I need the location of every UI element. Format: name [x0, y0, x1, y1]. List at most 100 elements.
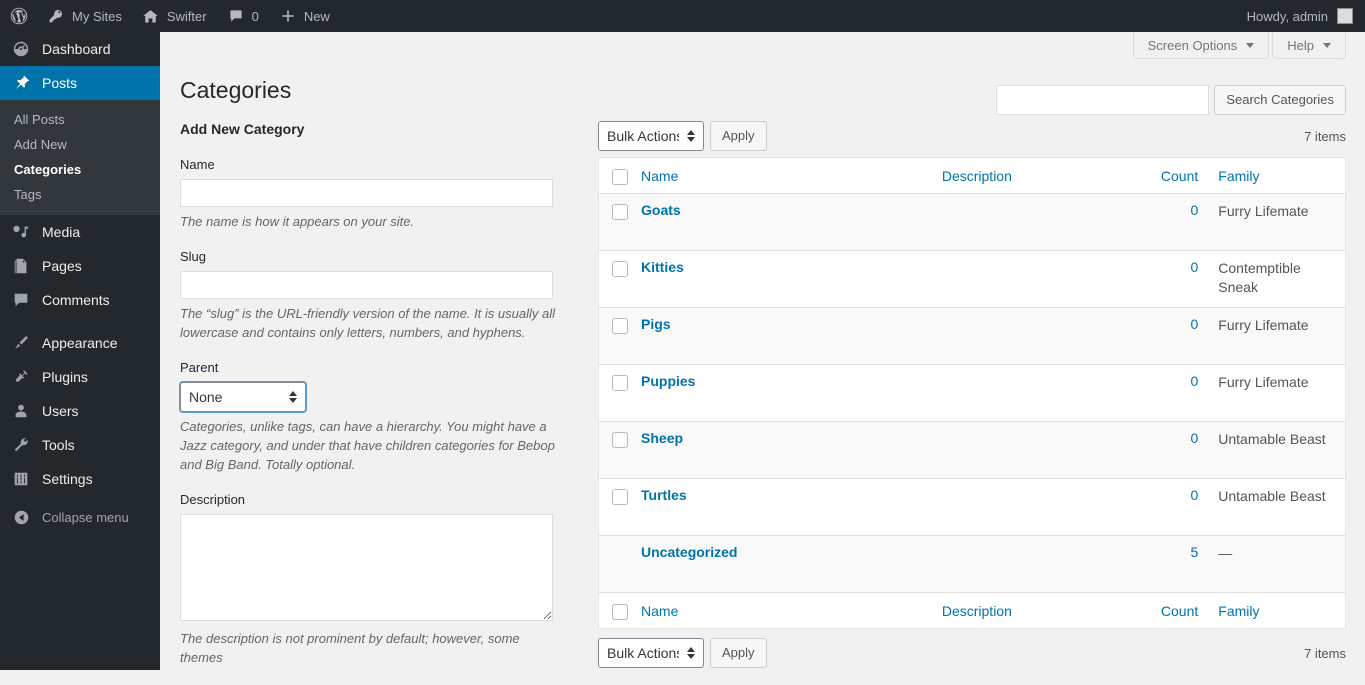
row-checkbox-cell[interactable] — [598, 478, 632, 536]
admin-bar-comments[interactable]: 0 — [217, 0, 269, 32]
row-description-cell — [931, 421, 1111, 479]
categories-list-panel: Bulk Actions Apply 7 items Name Descript… — [598, 121, 1346, 668]
sidebar-item-comments[interactable]: Comments — [0, 283, 160, 317]
row-checkbox-cell[interactable] — [598, 307, 632, 365]
admin-bar-wordpress-logo[interactable] — [0, 0, 37, 32]
search-input[interactable] — [996, 85, 1210, 115]
category-name-link[interactable]: Goats — [641, 202, 681, 218]
category-count-link[interactable]: 0 — [1190, 202, 1198, 218]
select-all-header-bottom[interactable] — [598, 592, 632, 629]
select-all-header-top[interactable] — [599, 158, 632, 194]
sidebar-item-tags[interactable]: Tags — [0, 182, 160, 207]
screen-options-button[interactable]: Screen Options — [1132, 32, 1270, 59]
name-input[interactable] — [180, 179, 553, 207]
row-checkbox[interactable] — [612, 261, 628, 277]
admin-bar-site-name[interactable]: Swifter — [132, 0, 217, 32]
row-count-cell: 0 — [1110, 364, 1209, 422]
table-row: Uncategorized 5 — — [598, 535, 1346, 593]
sidebar-item-dashboard[interactable]: Dashboard — [0, 32, 160, 66]
category-name-link[interactable]: Kitties — [641, 259, 684, 275]
row-checkbox[interactable] — [612, 489, 628, 505]
chevron-down-icon — [1323, 42, 1331, 48]
sidebar-item-plugins[interactable]: Plugins — [0, 360, 160, 394]
category-name-link[interactable]: Uncategorized — [641, 544, 737, 560]
row-checkbox-cell — [598, 535, 632, 593]
category-name-link[interactable]: Puppies — [641, 373, 695, 389]
admin-bar: My Sites Swifter 0 New Howdy, admin — [0, 0, 1365, 32]
row-checkbox-cell[interactable] — [598, 421, 632, 479]
category-count-link[interactable]: 0 — [1190, 430, 1198, 446]
categories-table-foot: Name Description Count Family — [598, 592, 1346, 629]
media-icon — [11, 222, 31, 242]
select-all-checkbox-top[interactable] — [612, 169, 628, 185]
row-checkbox-cell[interactable] — [598, 364, 632, 422]
tablenav-top: Bulk Actions Apply 7 items — [598, 121, 1346, 151]
row-family-cell: Untamable Beast — [1208, 478, 1346, 536]
paintbrush-icon — [11, 333, 31, 353]
sidebar-item-settings[interactable]: Settings — [0, 462, 160, 496]
apply-button-bottom[interactable]: Apply — [710, 638, 767, 668]
sidebar-item-posts-label: Posts — [42, 75, 78, 91]
wordpress-logo-icon — [10, 7, 28, 25]
sidebar-item-appearance-label: Appearance — [42, 335, 118, 351]
apply-button-top[interactable]: Apply — [710, 121, 767, 151]
column-header-family-bottom[interactable]: Family — [1208, 592, 1346, 629]
sidebar-item-pages[interactable]: Pages — [0, 249, 160, 283]
category-name-link[interactable]: Turtles — [641, 487, 687, 503]
column-header-description-bottom[interactable]: Description — [931, 592, 1111, 629]
pin-icon — [11, 73, 31, 93]
category-count-link[interactable]: 0 — [1190, 259, 1198, 275]
sidebar-item-dashboard-label: Dashboard — [42, 41, 111, 57]
category-count-link[interactable]: 0 — [1190, 487, 1198, 503]
category-count-link[interactable]: 5 — [1190, 544, 1198, 560]
sidebar-item-media[interactable]: Media — [0, 215, 160, 249]
row-checkbox[interactable] — [612, 318, 628, 334]
admin-bar-account[interactable]: Howdy, admin — [1247, 8, 1365, 24]
category-count-link[interactable]: 0 — [1190, 373, 1198, 389]
admin-bar-new-content[interactable]: New — [269, 0, 340, 32]
help-label: Help — [1287, 37, 1314, 53]
sidebar-item-users[interactable]: Users — [0, 394, 160, 428]
column-header-family-top[interactable]: Family — [1208, 158, 1345, 194]
sidebar-item-tools[interactable]: Tools — [0, 428, 160, 462]
row-checkbox-cell[interactable] — [598, 193, 632, 251]
row-checkbox[interactable] — [612, 204, 628, 220]
sidebar-separator — [0, 317, 160, 326]
name-label: Name — [180, 157, 215, 172]
admin-bar-my-sites[interactable]: My Sites — [37, 0, 132, 32]
select-all-checkbox-bottom[interactable] — [612, 604, 628, 620]
tablenav-bottom: Bulk Actions Apply 7 items — [598, 638, 1346, 668]
sidebar-item-posts[interactable]: Posts — [0, 66, 168, 100]
search-categories-button[interactable]: Search Categories — [1214, 85, 1346, 115]
screen-options-label: Screen Options — [1147, 37, 1238, 53]
category-name-link[interactable]: Sheep — [641, 430, 683, 446]
row-checkbox[interactable] — [612, 432, 628, 448]
parent-select[interactable]: None — [180, 382, 306, 412]
column-header-count-top[interactable]: Count — [1111, 158, 1209, 194]
sidebar-item-all-posts[interactable]: All Posts — [0, 107, 160, 132]
column-header-description-top[interactable]: Description — [932, 158, 1111, 194]
bulk-actions-select-top[interactable]: Bulk Actions — [598, 121, 704, 151]
row-checkbox-cell[interactable] — [598, 250, 632, 308]
help-button[interactable]: Help — [1272, 32, 1346, 59]
slug-input[interactable] — [180, 271, 553, 299]
category-name-link[interactable]: Pigs — [641, 316, 671, 332]
row-checkbox[interactable] — [612, 375, 628, 391]
column-header-name-bottom[interactable]: Name — [631, 592, 932, 629]
bulk-actions-wrapper-top: Bulk Actions — [598, 121, 704, 151]
sidebar-item-categories[interactable]: Categories — [0, 157, 160, 182]
column-header-count-bottom[interactable]: Count — [1110, 592, 1209, 629]
parent-help-text: Categories, unlike tags, can have a hier… — [180, 419, 555, 472]
row-description-cell — [931, 478, 1111, 536]
admin-content-area: Screen Options Help Categories Search Ca… — [160, 32, 1365, 670]
sidebar-item-appearance[interactable]: Appearance — [0, 326, 160, 360]
bulk-actions-select-bottom[interactable]: Bulk Actions — [598, 638, 704, 668]
sidebar-item-add-new-post[interactable]: Add New — [0, 132, 160, 157]
category-count-link[interactable]: 0 — [1190, 316, 1198, 332]
description-textarea[interactable] — [180, 514, 553, 621]
column-header-name-top[interactable]: Name — [631, 158, 932, 194]
row-count-cell: 5 — [1110, 535, 1209, 593]
name-field-row: Name The name is how it appears on your … — [180, 157, 562, 231]
collapse-menu-button[interactable]: Collapse menu — [0, 500, 160, 534]
row-name-cell: Puppies — [631, 364, 932, 422]
